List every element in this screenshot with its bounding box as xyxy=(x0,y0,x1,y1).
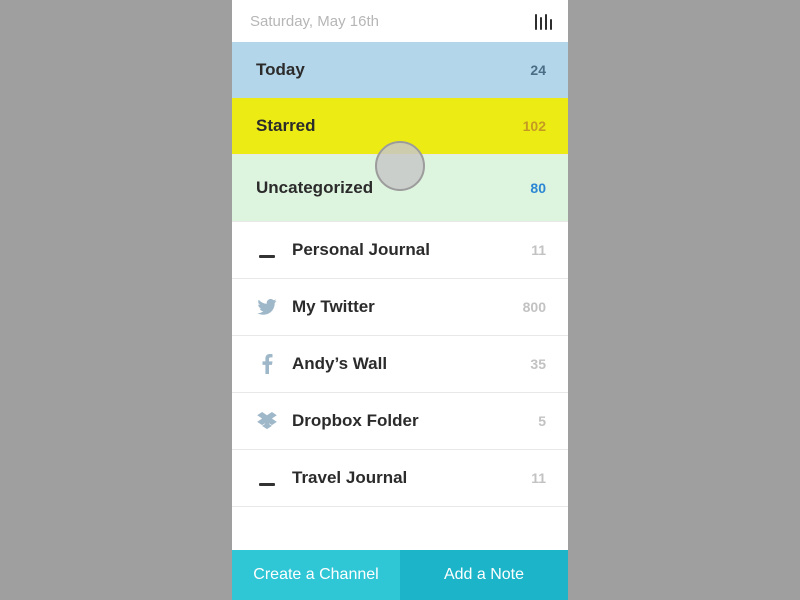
journal-icon xyxy=(256,471,278,486)
list-item-count: 102 xyxy=(523,118,546,134)
list-item-count: 35 xyxy=(530,356,546,372)
list-item-label: Andy’s Wall xyxy=(292,354,530,374)
date-label: Saturday, May 16th xyxy=(250,13,379,30)
list-item-count: 11 xyxy=(531,470,546,486)
list-item-label: Dropbox Folder xyxy=(292,411,538,431)
twitter-icon xyxy=(256,299,278,315)
dropbox-icon xyxy=(256,412,278,430)
add-note-button[interactable]: Add a Note xyxy=(400,550,568,600)
list-item-label: My Twitter xyxy=(292,297,523,317)
list-item-label: Personal Journal xyxy=(292,240,531,260)
list-item-channel[interactable]: Personal Journal11 xyxy=(232,222,568,279)
list-item-channel[interactable]: My Twitter800 xyxy=(232,279,568,336)
app-frame: Saturday, May 16th Today 24 Starred 102 … xyxy=(232,0,568,600)
list-item-count: 5 xyxy=(538,413,546,429)
list-item-count: 80 xyxy=(530,180,546,196)
top-bar: Saturday, May 16th xyxy=(232,0,568,42)
list-item-channel[interactable]: Dropbox Folder5 xyxy=(232,393,568,450)
bottom-bar: Create a Channel Add a Note xyxy=(232,550,568,600)
touch-indicator xyxy=(375,141,425,191)
list-item-count: 24 xyxy=(530,62,546,78)
channel-list: Today 24 Starred 102 Uncategorized 80 Pe… xyxy=(232,42,568,550)
list-item-label: Today xyxy=(256,60,530,80)
list-item-channel[interactable]: Travel Journal11 xyxy=(232,450,568,507)
list-item-label: Travel Journal xyxy=(292,468,531,488)
facebook-icon xyxy=(256,354,278,374)
list-item-today[interactable]: Today 24 xyxy=(232,42,568,98)
list-item-channel[interactable]: Andy’s Wall35 xyxy=(232,336,568,393)
create-channel-button[interactable]: Create a Channel xyxy=(232,550,400,600)
list-item-label: Starred xyxy=(256,116,523,136)
settings-icon[interactable] xyxy=(535,13,552,30)
list-item-count: 800 xyxy=(523,299,546,315)
journal-icon xyxy=(256,243,278,258)
list-item-count: 11 xyxy=(531,242,546,258)
list-item-uncategorized[interactable]: Uncategorized 80 xyxy=(232,155,568,222)
